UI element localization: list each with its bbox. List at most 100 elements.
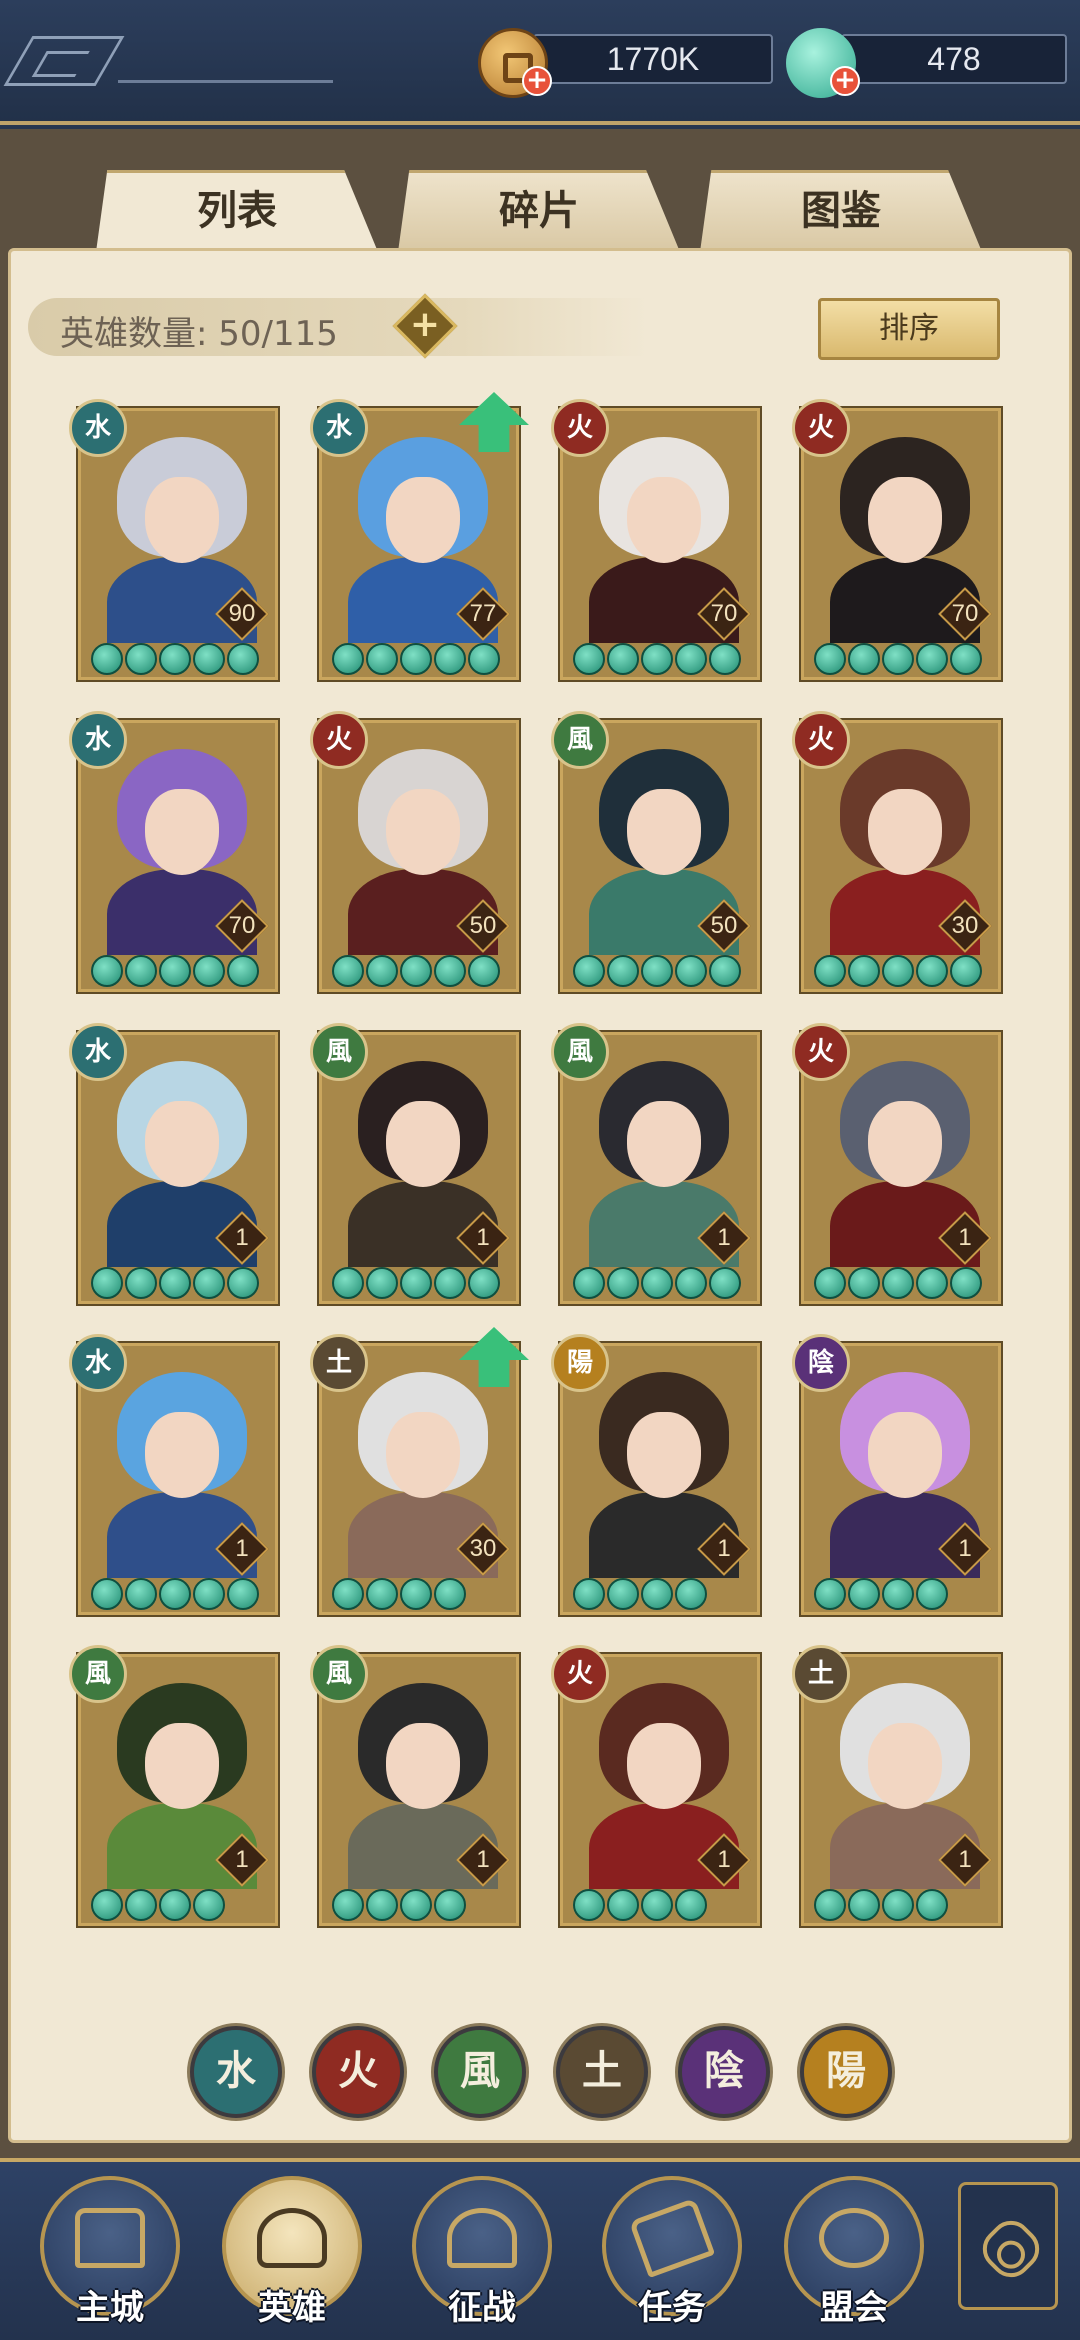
hero-stars [332,1267,512,1301]
hero-card[interactable]: 1火 [551,1645,760,1926]
hero-card[interactable]: 50 風 [551,711,760,992]
hero-level-badge: 1 [215,1833,269,1887]
hero-level: 1 [235,1846,249,1873]
element-fire-icon: 火 [792,1023,850,1081]
hero-card[interactable]: 1水 [69,1334,278,1615]
filter-fire-button[interactable]: 火 [312,2026,404,2118]
hero-card[interactable]: 1陽 [551,1334,760,1615]
add-coins-icon[interactable]: + [522,66,552,96]
star-icon [91,1889,123,1921]
nav-label: 主城 [76,2288,144,2328]
hero-card[interactable]: 70 火 [792,399,1001,680]
star-icon [848,1267,880,1299]
element-wind-icon: 風 [551,711,609,769]
hero-stars [332,955,512,989]
hero-stars [332,1889,512,1923]
star-icon [675,643,707,675]
menu-underline [118,80,333,83]
nav-tasks[interactable]: 任务 [602,2170,752,2330]
star-icon [434,1889,466,1921]
hero-card[interactable]: 30 火 [792,711,1001,992]
hero-card[interactable]: 1風 [551,1023,760,1304]
hero-level-badge: 70 [938,587,992,641]
star-icon [193,643,225,675]
star-icon [814,643,846,675]
element-filter-row: 水火風土陰陽 [190,2026,892,2122]
star-icon [848,1889,880,1921]
sort-button[interactable]: 排序 [818,298,1000,360]
nav-heroes[interactable]: 英雄 [222,2170,372,2330]
nav-main-city[interactable]: 主城 [40,2170,190,2330]
hero-level-badge: 1 [938,1522,992,1576]
hero-stars [91,955,271,989]
filter-earth-button[interactable]: 土 [556,2026,648,2118]
hero-level: 1 [235,1224,249,1251]
star-icon [573,1267,605,1299]
hero-card[interactable]: 1風 [310,1023,519,1304]
star-icon [332,955,364,987]
hero-card[interactable]: 1風 [69,1645,278,1926]
hero-count-label: 英雄数量: 50/115 [60,314,338,354]
star-icon [848,643,880,675]
hero-face [868,1412,942,1498]
add-jade-icon[interactable]: + [830,66,860,96]
hero-face [386,477,460,563]
star-icon [573,955,605,987]
jade-counter[interactable]: 478 + [786,28,1080,98]
element-earth-icon: 土 [792,1645,850,1703]
hero-stars [814,955,994,989]
hero-stars [573,1578,753,1612]
hero-level-badge: 90 [215,587,269,641]
nav-campaign[interactable]: 征战 [412,2170,562,2330]
hero-level-badge: 1 [697,1522,751,1576]
hero-stars [573,955,753,989]
hero-level: 1 [235,1535,249,1562]
hero-face [627,1723,701,1809]
star-icon [193,955,225,987]
coin-counter[interactable]: 1770K + [478,28,778,98]
tab-codex[interactable]: 图鉴 [700,170,982,252]
star-icon [641,643,673,675]
star-icon [332,1267,364,1299]
hero-face [868,789,942,875]
hero-card[interactable]: 70 水 [69,711,278,992]
star-icon [814,955,846,987]
hero-card[interactable]: 90 水 [69,399,278,680]
tab-list[interactable]: 列表 [96,170,378,252]
hero-card[interactable]: 1土 [792,1645,1001,1926]
hero-level-badge: 1 [456,1211,510,1265]
menu-button[interactable] [3,36,333,86]
hero-face [627,1412,701,1498]
star-icon [434,1578,466,1610]
star-icon [814,1578,846,1610]
hero-stars [91,1889,271,1923]
tab-fragments[interactable]: 碎片 [398,170,680,252]
star-icon [366,1267,398,1299]
star-icon [607,955,639,987]
filter-yin-button[interactable]: 陰 [678,2026,770,2118]
star-icon [193,1267,225,1299]
star-icon [125,955,157,987]
hero-card[interactable]: 70 火 [551,399,760,680]
hero-card[interactable]: 1水 [69,1023,278,1304]
hero-level: 50 [469,912,497,939]
hero-card[interactable]: 1風 [310,1645,519,1926]
hero-level: 1 [717,1535,731,1562]
filter-water-button[interactable]: 水 [190,2026,282,2118]
nav-alliance[interactable]: 盟会 [784,2170,934,2330]
element-yang-icon: 陽 [551,1334,609,1392]
hero-card[interactable]: 1陰 [792,1334,1001,1615]
hero-level-badge: 70 [215,899,269,953]
more-menu-button[interactable] [958,2182,1058,2310]
star-icon [848,1578,880,1610]
filter-yang-button[interactable]: 陽 [800,2026,892,2118]
hero-card[interactable]: 50 火 [310,711,519,992]
star-icon [400,643,432,675]
hero-card[interactable]: 1火 [792,1023,1001,1304]
element-water-icon: 水 [69,1023,127,1081]
filter-wind-button[interactable]: 風 [434,2026,526,2118]
hero-level: 90 [228,600,256,627]
star-icon [125,1889,157,1921]
hero-face [145,789,219,875]
star-icon [125,1578,157,1610]
